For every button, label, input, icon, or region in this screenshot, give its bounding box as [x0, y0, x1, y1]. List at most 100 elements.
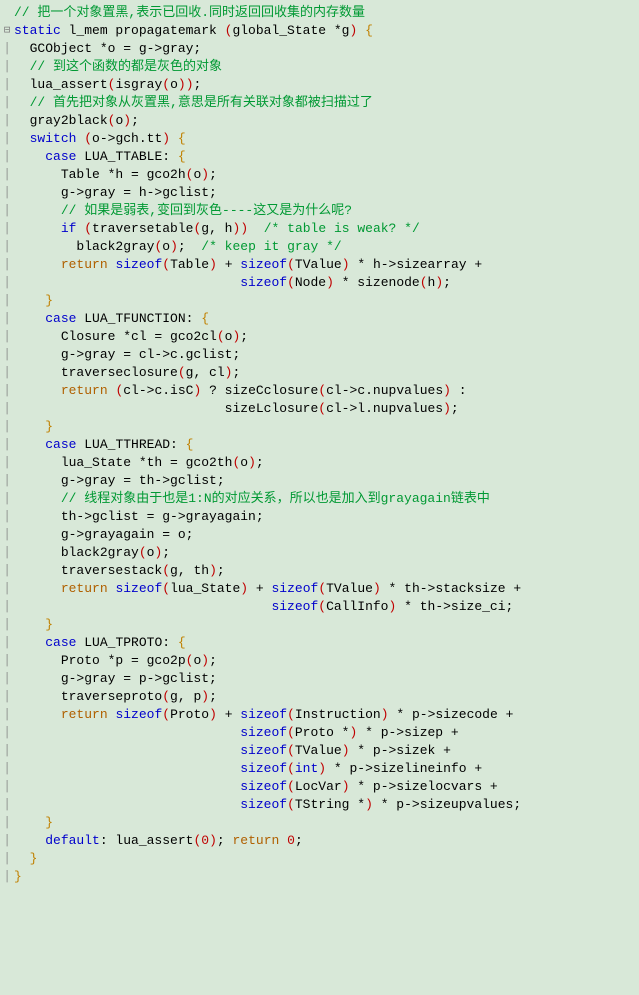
fold-marker[interactable]: │ — [0, 148, 14, 166]
code-line[interactable]: case LUA_TTABLE: { — [14, 148, 639, 166]
fold-marker[interactable]: │ — [0, 382, 14, 400]
fold-marker[interactable]: │ — [0, 544, 14, 562]
code-line[interactable]: // 如果是弱表,变回到灰色----这又是为什么呢? — [14, 202, 639, 220]
fold-marker[interactable]: │ — [0, 130, 14, 148]
fold-marker[interactable]: │ — [0, 328, 14, 346]
code-line[interactable]: Closure *cl = gco2cl(o); — [14, 328, 639, 346]
code-line[interactable]: black2gray(o); /* keep it gray */ — [14, 238, 639, 256]
code-line[interactable]: sizeof(LocVar) * p->sizelocvars + — [14, 778, 639, 796]
code-line[interactable]: traverseclosure(g, cl); — [14, 364, 639, 382]
fold-marker[interactable]: │ — [0, 850, 14, 868]
fold-marker[interactable]: │ — [0, 616, 14, 634]
code-line[interactable]: gray2black(o); — [14, 112, 639, 130]
code-token: ) — [201, 689, 209, 704]
code-line[interactable]: g->gray = p->gclist; — [14, 670, 639, 688]
fold-marker[interactable]: │ — [0, 184, 14, 202]
fold-marker[interactable]: │ — [0, 202, 14, 220]
fold-marker[interactable]: │ — [0, 670, 14, 688]
fold-marker[interactable] — [0, 4, 14, 22]
fold-marker[interactable]: │ — [0, 562, 14, 580]
code-line[interactable]: return sizeof(Table) + sizeof(TValue) * … — [14, 256, 639, 274]
fold-marker[interactable]: │ — [0, 832, 14, 850]
code-line[interactable]: Table *h = gco2h(o); — [14, 166, 639, 184]
code-line[interactable]: traverseproto(g, p); — [14, 688, 639, 706]
code-line[interactable]: return (cl->c.isC) ? sizeCclosure(cl->c.… — [14, 382, 639, 400]
fold-marker[interactable]: │ — [0, 166, 14, 184]
code-line[interactable]: g->grayagain = o; — [14, 526, 639, 544]
code-line[interactable]: // 线程对象由于也是1:N的对应关系，所以也是加入到grayagain链表中 — [14, 490, 639, 508]
fold-marker[interactable]: │ — [0, 652, 14, 670]
code-line[interactable]: sizeof(Node) * sizenode(h); — [14, 274, 639, 292]
fold-marker[interactable]: │ — [0, 40, 14, 58]
fold-marker[interactable]: │ — [0, 292, 14, 310]
fold-marker[interactable]: │ — [0, 76, 14, 94]
fold-marker[interactable]: │ — [0, 436, 14, 454]
fold-marker[interactable]: │ — [0, 364, 14, 382]
code-line[interactable]: // 首先把对象从灰置黑,意思是所有关联对象都被扫描过了 — [14, 94, 639, 112]
fold-marker[interactable]: │ — [0, 814, 14, 832]
code-line[interactable]: } — [14, 814, 639, 832]
code-line[interactable]: GCObject *o = g->gray; — [14, 40, 639, 58]
code-line[interactable]: th->gclist = g->grayagain; — [14, 508, 639, 526]
fold-marker[interactable]: │ — [0, 508, 14, 526]
fold-marker[interactable]: │ — [0, 634, 14, 652]
code-line[interactable]: g->gray = th->gclist; — [14, 472, 639, 490]
fold-marker[interactable]: │ — [0, 400, 14, 418]
fold-marker[interactable]: │ — [0, 760, 14, 778]
fold-marker[interactable]: │ — [0, 526, 14, 544]
code-line[interactable]: sizeof(TValue) * p->sizek + — [14, 742, 639, 760]
code-body[interactable]: // 把一个对象置黑,表示已回收.同时返回回收集的内存数量static l_me… — [14, 4, 639, 886]
code-line[interactable]: lua_assert(isgray(o)); — [14, 76, 639, 94]
fold-marker[interactable]: │ — [0, 346, 14, 364]
fold-marker[interactable]: │ — [0, 94, 14, 112]
fold-marker[interactable]: │ — [0, 598, 14, 616]
fold-marker[interactable]: │ — [0, 796, 14, 814]
fold-marker[interactable]: │ — [0, 58, 14, 76]
fold-marker[interactable]: │ — [0, 742, 14, 760]
code-line[interactable]: g->gray = h->gclist; — [14, 184, 639, 202]
code-line[interactable]: sizeof(TString *) * p->sizeupvalues; — [14, 796, 639, 814]
code-line[interactable]: switch (o->gch.tt) { — [14, 130, 639, 148]
code-line[interactable]: sizeof(CallInfo) * th->size_ci; — [14, 598, 639, 616]
code-line[interactable]: Proto *p = gco2p(o); — [14, 652, 639, 670]
code-line[interactable]: case LUA_TTHREAD: { — [14, 436, 639, 454]
code-line[interactable]: g->gray = cl->c.gclist; — [14, 346, 639, 364]
code-line[interactable]: case LUA_TFUNCTION: { — [14, 310, 639, 328]
code-line[interactable]: static l_mem propagatemark (global_State… — [14, 22, 639, 40]
fold-marker[interactable]: ⊟ — [0, 22, 14, 40]
code-line[interactable]: } — [14, 418, 639, 436]
code-line[interactable]: // 把一个对象置黑,表示已回收.同时返回回收集的内存数量 — [14, 4, 639, 22]
fold-marker[interactable]: │ — [0, 454, 14, 472]
fold-marker[interactable]: │ — [0, 706, 14, 724]
fold-marker[interactable]: │ — [0, 472, 14, 490]
fold-marker[interactable]: │ — [0, 418, 14, 436]
code-line[interactable]: if (traversetable(g, h)) /* table is wea… — [14, 220, 639, 238]
code-line[interactable]: sizeof(int) * p->sizelineinfo + — [14, 760, 639, 778]
code-line[interactable]: } — [14, 616, 639, 634]
code-line[interactable]: sizeof(Proto *) * p->sizep + — [14, 724, 639, 742]
fold-marker[interactable]: │ — [0, 112, 14, 130]
code-line[interactable]: traversestack(g, th); — [14, 562, 639, 580]
fold-marker[interactable]: │ — [0, 688, 14, 706]
fold-marker[interactable]: │ — [0, 490, 14, 508]
code-line[interactable]: } — [14, 868, 639, 886]
code-line[interactable]: sizeLclosure(cl->l.nupvalues); — [14, 400, 639, 418]
code-line[interactable]: return sizeof(Proto) + sizeof(Instructio… — [14, 706, 639, 724]
code-line[interactable]: black2gray(o); — [14, 544, 639, 562]
code-line[interactable]: lua_State *th = gco2th(o); — [14, 454, 639, 472]
fold-marker[interactable]: │ — [0, 580, 14, 598]
code-line[interactable]: case LUA_TPROTO: { — [14, 634, 639, 652]
fold-marker[interactable]: │ — [0, 868, 14, 886]
fold-marker[interactable]: │ — [0, 778, 14, 796]
fold-marker[interactable]: │ — [0, 256, 14, 274]
code-line[interactable]: } — [14, 292, 639, 310]
code-line[interactable]: return sizeof(lua_State) + sizeof(TValue… — [14, 580, 639, 598]
fold-marker[interactable]: │ — [0, 724, 14, 742]
fold-marker[interactable]: │ — [0, 238, 14, 256]
code-line[interactable]: } — [14, 850, 639, 868]
fold-marker[interactable]: │ — [0, 274, 14, 292]
fold-marker[interactable]: │ — [0, 310, 14, 328]
fold-marker[interactable]: │ — [0, 220, 14, 238]
code-line[interactable]: // 到这个函数的都是灰色的对象 — [14, 58, 639, 76]
code-line[interactable]: default: lua_assert(0); return 0; — [14, 832, 639, 850]
